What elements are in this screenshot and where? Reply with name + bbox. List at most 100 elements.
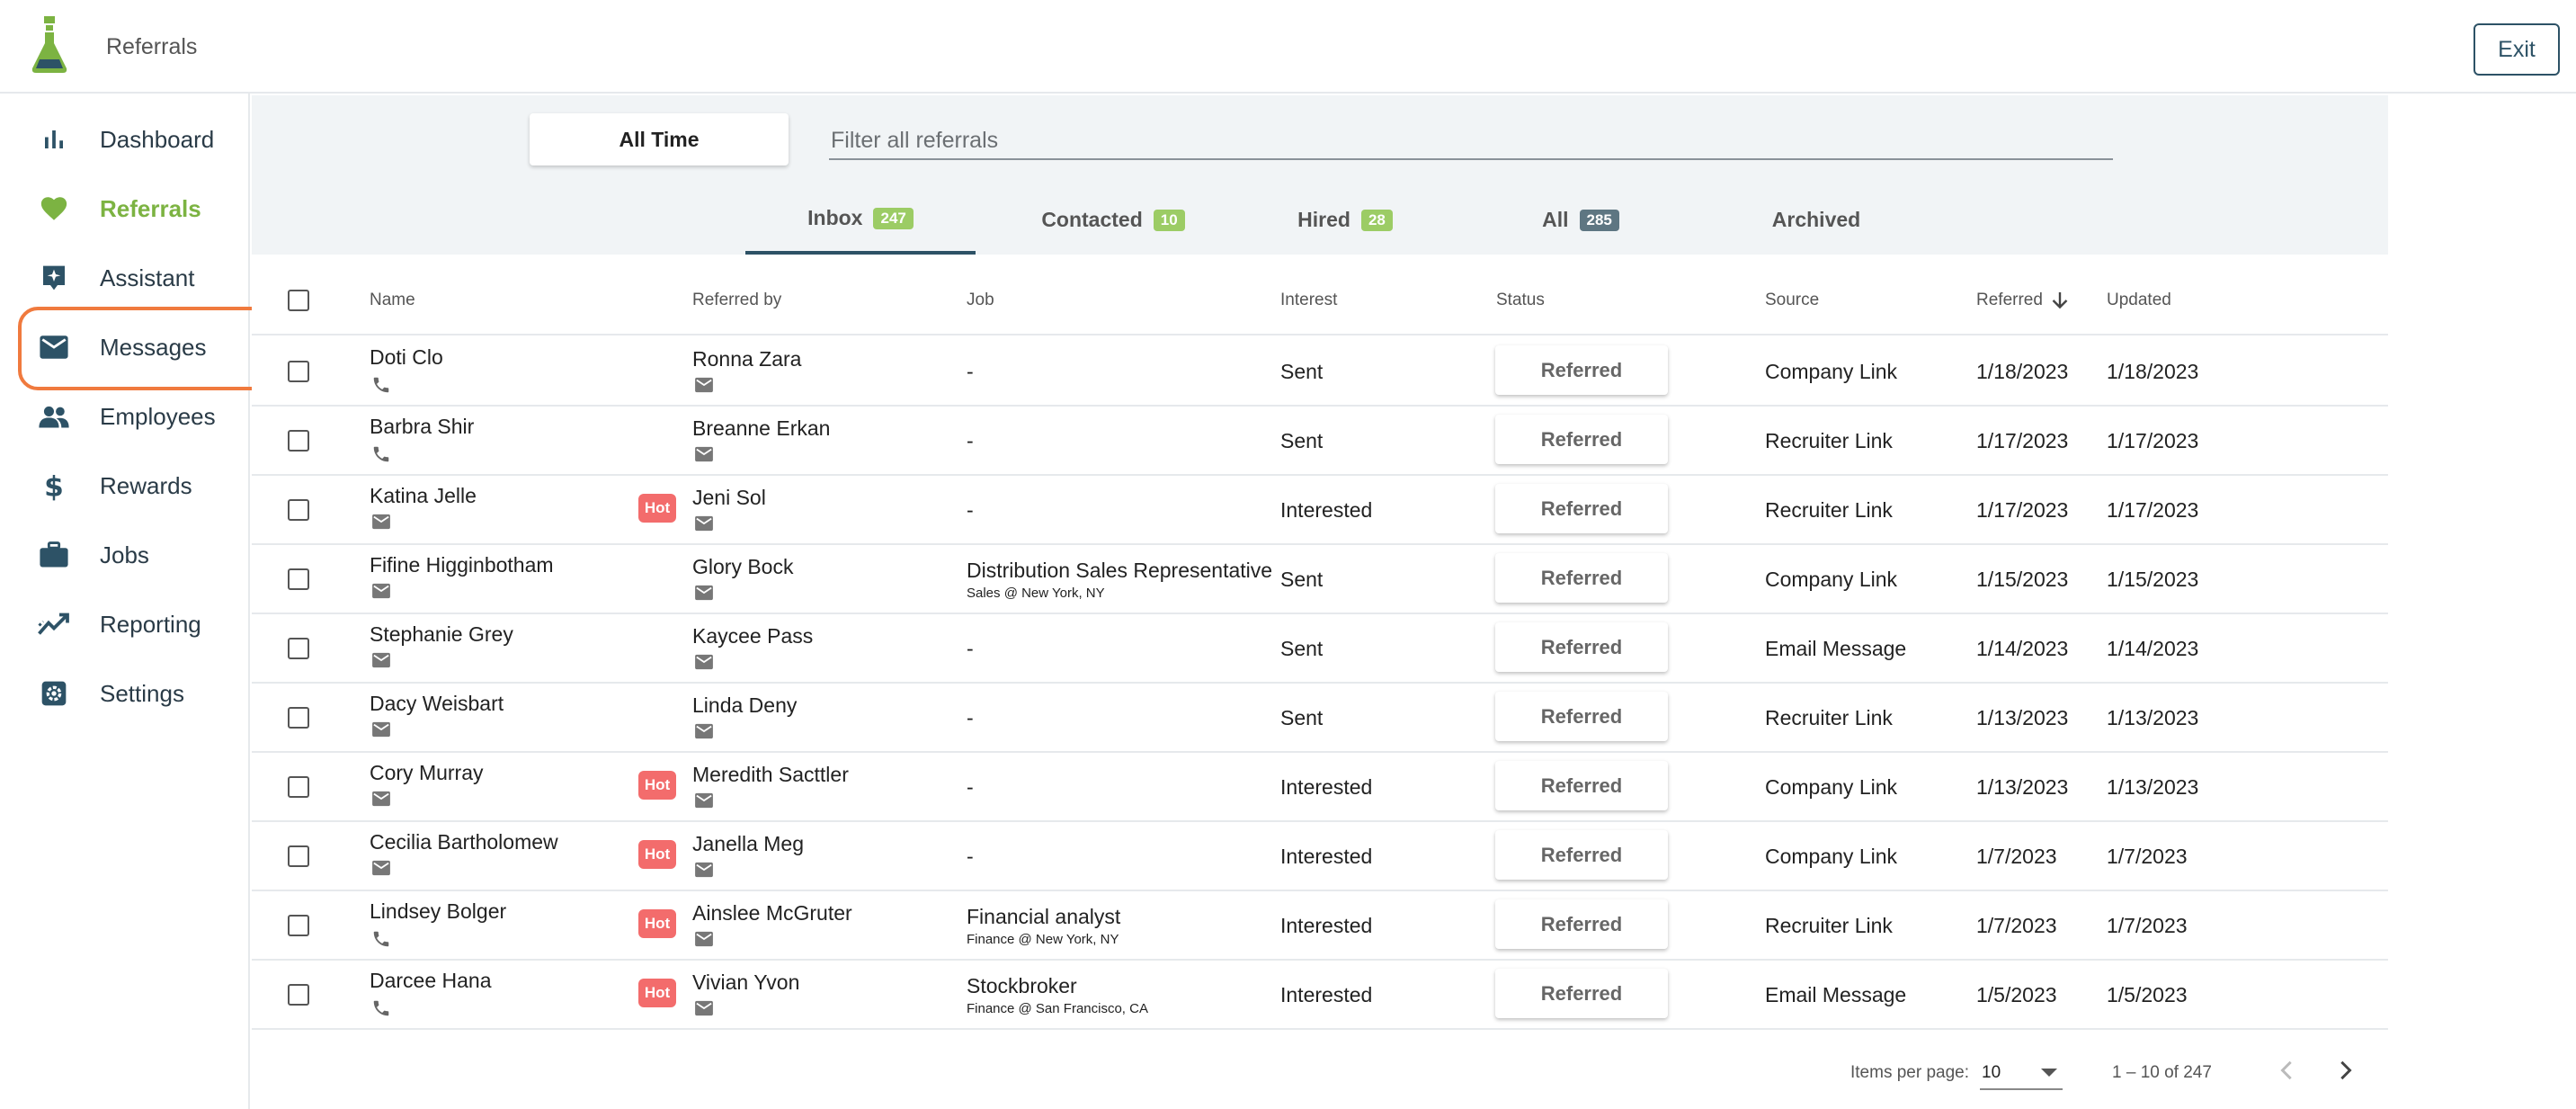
row-checkbox[interactable] (288, 845, 309, 867)
row-checkbox[interactable] (288, 361, 309, 382)
table-row[interactable]: Fifine Higginbotham Glory Bock Distributio… (252, 545, 2388, 614)
interest-value: Interested (1280, 845, 1373, 868)
time-range-button[interactable]: All Time (530, 113, 789, 165)
row-checkbox[interactable] (288, 707, 309, 729)
candidate-name[interactable]: Lindsey Bolger (370, 899, 506, 924)
tab-contacted[interactable]: Contacted 10 (1005, 185, 1221, 255)
candidate-name[interactable]: Darcee Hana (370, 969, 492, 993)
table-row[interactable]: Barbra Shir Breanne Erkan - Sent Referred Rec… (252, 407, 2388, 476)
status-button[interactable]: Referred (1495, 969, 1668, 1018)
sidebar-item-label: Jobs (100, 541, 149, 568)
row-checkbox[interactable] (288, 638, 309, 659)
mail-icon (694, 862, 714, 881)
interest-value: Interested (1280, 498, 1373, 522)
status-button[interactable]: Referred (1495, 553, 1668, 603)
status-button[interactable]: Referred (1495, 484, 1668, 533)
status-button[interactable]: Referred (1495, 345, 1668, 395)
table-row[interactable]: Cecilia Bartholomew Hot Janella Meg - Intere… (252, 822, 2388, 891)
column-header-job[interactable]: Job (967, 291, 994, 310)
job-title[interactable]: Distribution Sales Representative (967, 559, 1272, 583)
status-button[interactable]: Referred (1495, 899, 1668, 949)
interest-value: Interested (1280, 775, 1373, 799)
status-button[interactable]: Referred (1495, 761, 1668, 810)
mail-icon (694, 792, 714, 812)
sidebar-item-settings[interactable]: Settings (0, 662, 250, 725)
table-row[interactable]: Dacy Weisbart Linda Deny - Sent Referred Recr… (252, 684, 2388, 753)
exit-button[interactable]: Exit (2473, 23, 2560, 76)
previous-page-button[interactable] (2266, 1049, 2309, 1092)
status-button[interactable]: Referred (1495, 622, 1668, 672)
table-row[interactable]: Cory Murray Hot Meredith Sacttler - Interest… (252, 753, 2388, 822)
source-value: Recruiter Link (1765, 429, 1893, 452)
chevron-right-icon (2340, 1060, 2352, 1080)
mail-icon (371, 860, 391, 880)
candidate-name[interactable]: Stephanie Grey (370, 622, 513, 647)
column-header-referred-by[interactable]: Referred by (692, 291, 781, 310)
candidate-name[interactable]: Fifine Higginbotham (370, 553, 554, 577)
column-header-name[interactable]: Name (370, 291, 415, 310)
sidebar-item-rewards[interactable]: $ Rewards (0, 454, 250, 517)
tab-archived[interactable]: Archived (1690, 185, 1942, 255)
sidebar-item-assistant[interactable]: Assistant (0, 246, 250, 309)
count-badge: 10 (1153, 209, 1185, 231)
sidebar-item-label: Messages (100, 333, 207, 361)
sidebar-item-jobs[interactable]: Jobs (0, 523, 250, 586)
sidebar-item-referrals[interactable]: Referrals (0, 177, 250, 240)
status-button[interactable]: Referred (1495, 415, 1668, 464)
candidate-name[interactable]: Doti Clo (370, 345, 443, 370)
updated-date: 1/7/2023 (2107, 845, 2188, 868)
column-header-status[interactable]: Status (1496, 291, 1545, 310)
column-header-referred[interactable]: Referred (1976, 291, 2043, 310)
table-row[interactable]: Darcee Hana Hot Vivian Yvon Stockbroker Fina… (252, 961, 2388, 1030)
row-checkbox[interactable] (288, 984, 309, 1006)
sidebar-item-reporting[interactable]: Reporting (0, 593, 250, 656)
column-header-interest[interactable]: Interest (1280, 291, 1337, 310)
job-department-location: Finance @ New York, NY (967, 932, 1119, 947)
updated-date: 1/17/2023 (2107, 498, 2199, 522)
status-button[interactable]: Referred (1495, 692, 1668, 741)
candidate-name[interactable]: Barbra Shir (370, 415, 474, 439)
tab-inbox[interactable]: Inbox 247 (745, 185, 976, 255)
job-title[interactable]: Stockbroker (967, 974, 1077, 998)
row-checkbox[interactable] (288, 430, 309, 452)
sort-arrow-down-icon[interactable] (2052, 291, 2068, 310)
sidebar: Dashboard Referrals Assistant Messages E… (0, 94, 250, 1109)
candidate-name[interactable]: Dacy Weisbart (370, 692, 504, 716)
job-department-location: Sales @ New York, NY (967, 586, 1105, 601)
tab-hired[interactable]: Hired 28 (1237, 185, 1453, 255)
candidate-name[interactable]: Katina Jelle (370, 484, 477, 508)
dollar-icon: $ (38, 470, 70, 502)
sidebar-item-messages[interactable]: Messages (0, 316, 250, 379)
sidebar-item-dashboard[interactable]: Dashboard (0, 108, 250, 171)
next-page-button[interactable] (2323, 1049, 2367, 1092)
items-per-page-label: Items per page: (1850, 1063, 1970, 1082)
tab-all[interactable]: All 285 (1473, 185, 1689, 255)
items-per-page-select[interactable]: 10 (1980, 1056, 2063, 1090)
updated-date: 1/13/2023 (2107, 775, 2199, 799)
column-header-source[interactable]: Source (1765, 291, 1819, 310)
select-all-checkbox[interactable] (288, 290, 309, 311)
candidate-name[interactable]: Cory Murray (370, 761, 484, 785)
job-title: - (967, 498, 974, 522)
job-title[interactable]: Financial analyst (967, 905, 1120, 929)
table-row[interactable]: Doti Clo Ronna Zara - Sent Referred Company L… (252, 337, 2388, 407)
referrer-name: Janella Meg (692, 832, 805, 855)
count-badge: 285 (1579, 209, 1619, 231)
column-header-updated[interactable]: Updated (2107, 291, 2171, 310)
row-checkbox[interactable] (288, 499, 309, 521)
row-checkbox[interactable] (288, 915, 309, 936)
updated-date: 1/13/2023 (2107, 706, 2199, 729)
row-checkbox[interactable] (288, 568, 309, 590)
candidate-name[interactable]: Cecilia Bartholomew (370, 830, 558, 854)
status-button[interactable]: Referred (1495, 830, 1668, 880)
table-row[interactable]: Lindsey Bolger Hot Ainslee McGruter Financi… (252, 891, 2388, 961)
filter-input[interactable] (829, 122, 2113, 160)
table-row[interactable]: Katina Jelle Hot Jeni Sol - Interested Referr… (252, 476, 2388, 545)
source-value: Company Link (1765, 360, 1898, 383)
sidebar-item-label: Referrals (100, 194, 201, 222)
row-checkbox[interactable] (288, 776, 309, 798)
sidebar-item-employees[interactable]: Employees (0, 385, 250, 448)
referrer-name: Glory Bock (692, 555, 794, 578)
table-row[interactable]: Stephanie Grey Kaycee Pass - Sent Referred Em… (252, 614, 2388, 684)
job-department-location: Finance @ San Francisco, CA (967, 1001, 1148, 1016)
